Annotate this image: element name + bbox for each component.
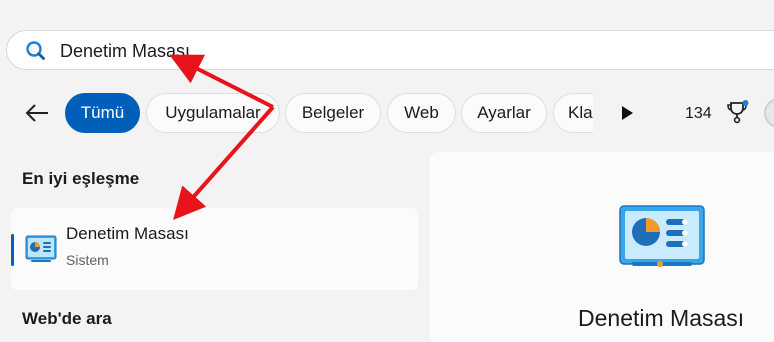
preview-pane: Denetim Masası (430, 152, 774, 342)
preview-title: Denetim Masası (578, 305, 745, 331)
avatar[interactable] (764, 98, 774, 128)
trophy-icon[interactable] (723, 98, 751, 126)
control-panel-icon (25, 235, 57, 262)
search-icon (26, 41, 45, 60)
selection-indicator (11, 234, 14, 266)
tab-documents[interactable]: Belgeler (285, 93, 381, 133)
best-match-heading: En iyi eşleşme (22, 169, 140, 188)
tab-apps[interactable]: Uygulamalar (146, 93, 280, 133)
back-arrow-icon[interactable] (20, 96, 54, 130)
tab-settings[interactable]: Ayarlar (461, 93, 547, 133)
play-icon[interactable] (618, 104, 636, 122)
search-input[interactable]: Denetim Masası (60, 40, 190, 62)
tab-all[interactable]: Tümü (65, 93, 140, 133)
tab-folders[interactable]: Kla (553, 93, 593, 133)
search-box[interactable]: Denetim Masası (6, 30, 774, 70)
web-search-heading: Web'de ara (22, 309, 112, 328)
best-match-result[interactable]: Denetim Masası Sistem (11, 208, 418, 290)
control-panel-icon (619, 205, 705, 267)
tab-folders-clipped[interactable]: Kla (553, 93, 593, 133)
windows-search-panel: Denetim Masası Tümü Uygulamalar Belgeler… (0, 0, 774, 342)
best-match-title: Denetim Masası (66, 224, 189, 243)
best-match-category: Sistem (66, 252, 109, 268)
tab-web[interactable]: Web (387, 93, 456, 133)
points-count: 134 (685, 105, 712, 122)
